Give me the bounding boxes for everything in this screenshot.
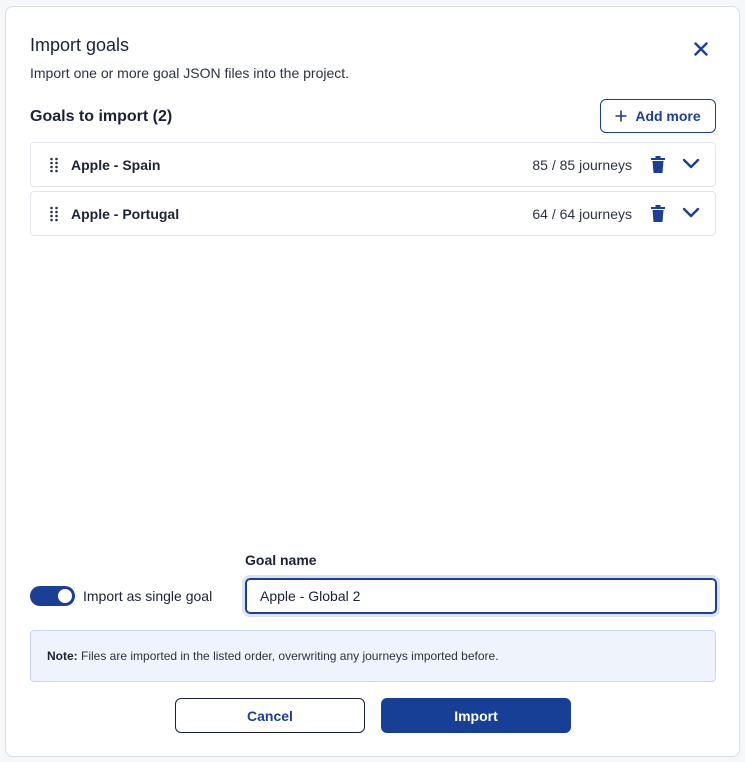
trash-icon[interactable] <box>651 205 665 222</box>
dialog-subtitle: Import one or more goal JSON files into … <box>30 65 350 81</box>
dialog-title: Import goals <box>30 35 130 55</box>
goal-name: Apple - Portugal <box>71 206 180 222</box>
chevron-down-icon[interactable] <box>682 158 700 170</box>
cancel-button[interactable]: Cancel <box>175 698 365 733</box>
import-note: Note: Files are imported in the listed o… <box>30 630 716 682</box>
drag-handle-icon[interactable] <box>49 157 59 173</box>
chevron-down-icon[interactable] <box>682 207 700 219</box>
goal-journey-count: 85 / 85 journeys <box>532 157 632 173</box>
single-goal-toggle[interactable] <box>30 586 75 606</box>
single-goal-label: Import as single goal <box>83 588 213 604</box>
drag-handle-icon[interactable] <box>49 206 59 222</box>
goal-name-label: Goal name <box>245 552 317 568</box>
toggle-knob <box>58 589 72 603</box>
import-goals-dialog: Import goals Import one or more goal JSO… <box>5 6 740 757</box>
goal-name: Apple - Spain <box>71 157 161 173</box>
add-more-button[interactable]: Add more <box>600 99 716 133</box>
add-more-label: Add more <box>635 108 701 124</box>
goal-name-input[interactable] <box>242 575 720 617</box>
goal-journey-count: 64 / 64 journeys <box>532 206 632 222</box>
close-button[interactable] <box>691 39 711 59</box>
trash-icon[interactable] <box>651 156 665 173</box>
close-icon <box>694 42 708 56</box>
note-text: Files are imported in the listed order, … <box>77 649 499 663</box>
goal-row-apple-spain[interactable]: Apple - Spain 85 / 85 journeys <box>30 142 716 187</box>
goals-section-title: Goals to import (2) <box>30 108 173 125</box>
goal-row-apple-portugal[interactable]: Apple - Portugal 64 / 64 journeys <box>30 191 716 236</box>
import-button[interactable]: Import <box>381 698 571 733</box>
note-prefix: Note: <box>47 649 78 663</box>
plus-icon <box>615 110 627 122</box>
